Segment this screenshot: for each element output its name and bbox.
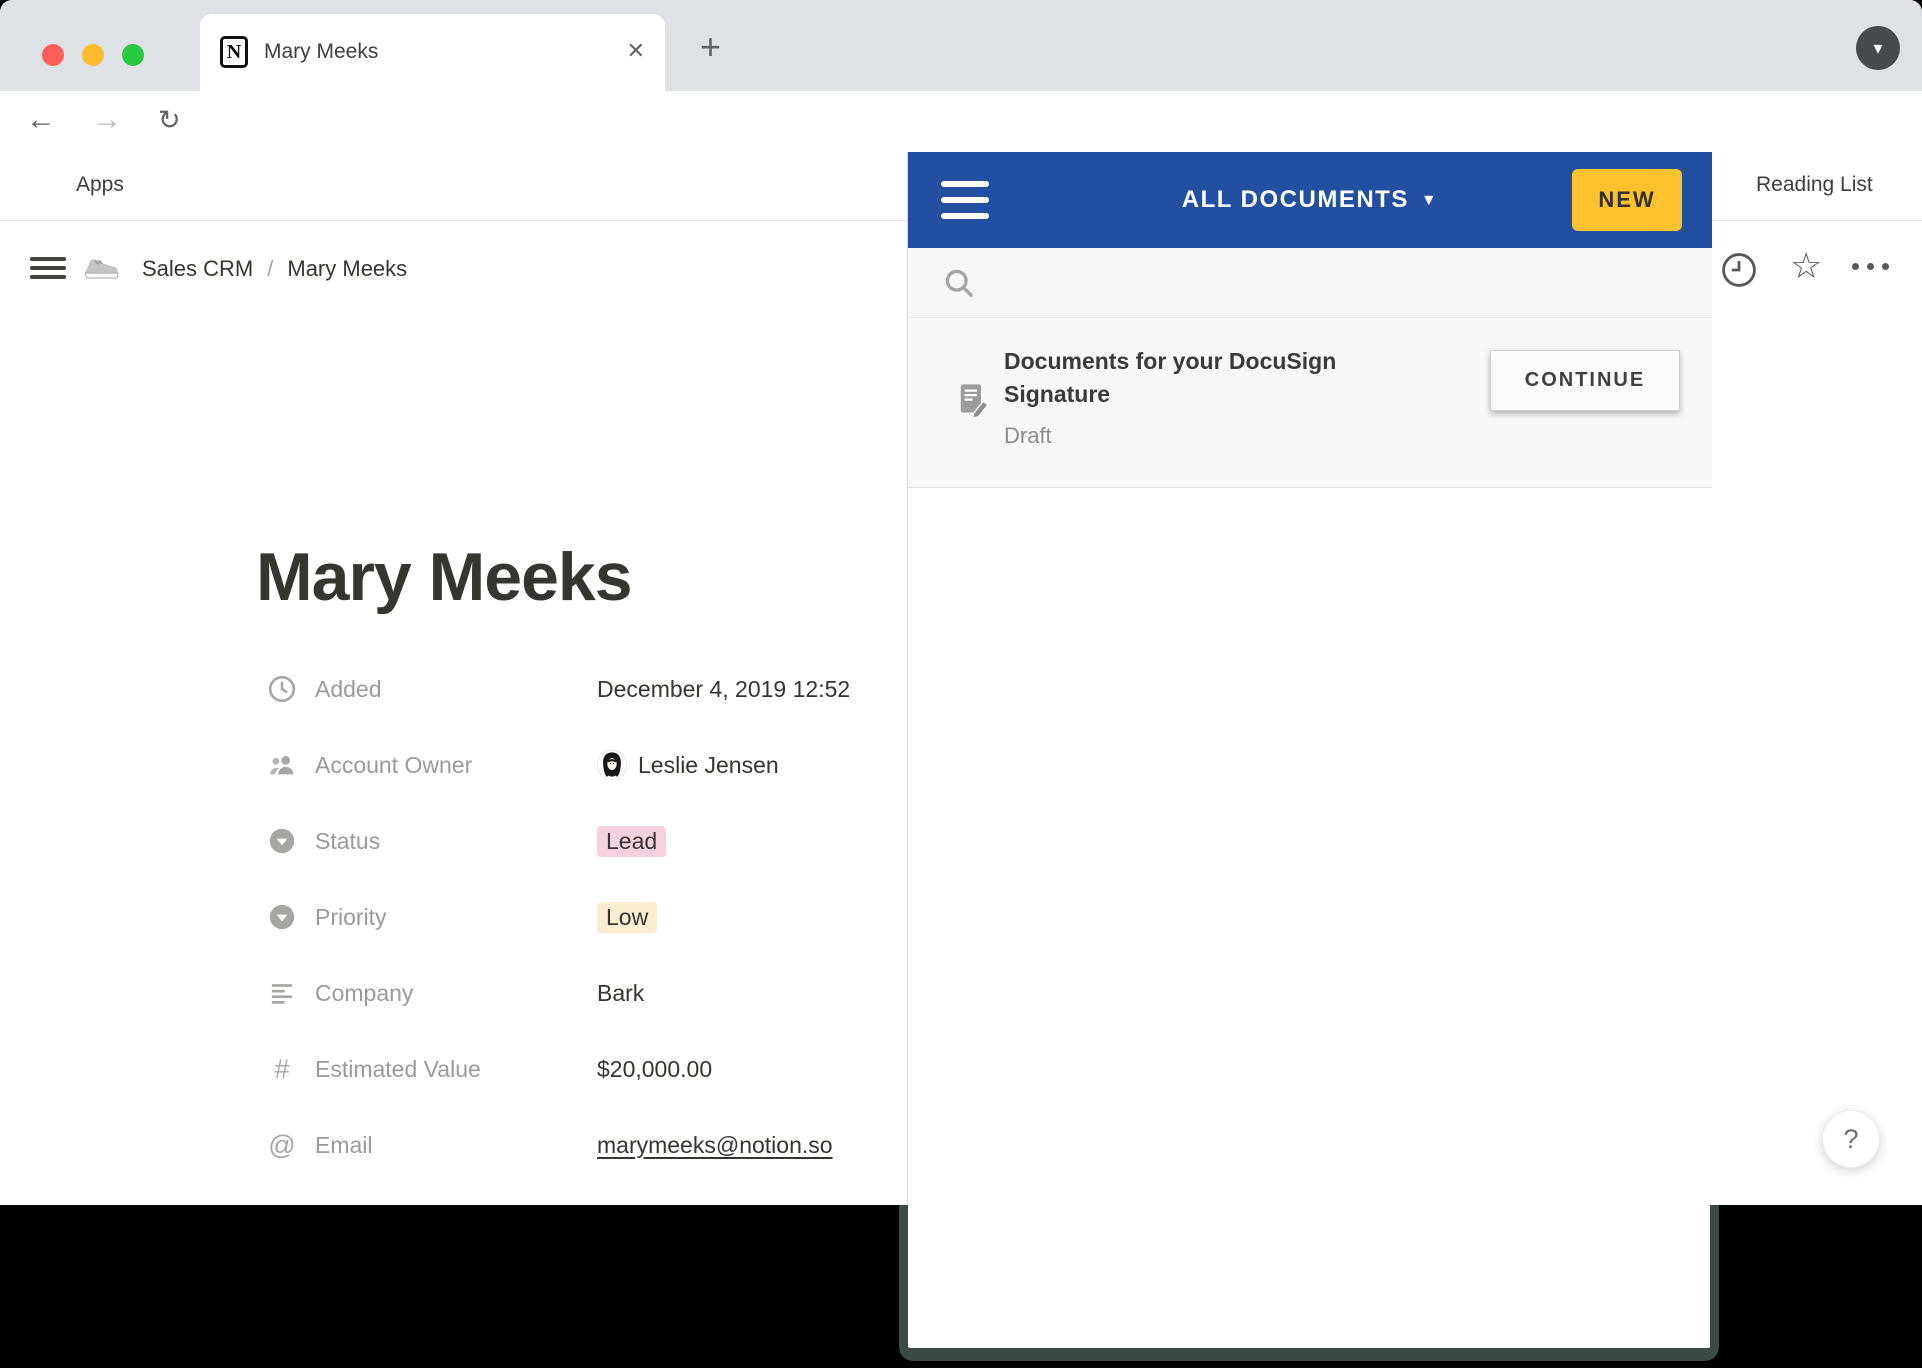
property-value-company[interactable]: Bark <box>597 980 644 1007</box>
clock-icon <box>267 674 297 704</box>
property-label: Company <box>315 980 597 1007</box>
property-label: Added <box>315 676 597 703</box>
document-edit-icon <box>954 381 990 417</box>
breadcrumb: Sales CRM / Mary Meeks <box>142 221 407 317</box>
property-label: Account Owner <box>315 752 597 779</box>
property-label: Estimated Value <box>315 1056 597 1083</box>
property-label: Priority <box>315 904 597 931</box>
property-value-status[interactable]: Lead <box>597 826 666 857</box>
select-circle-icon <box>267 902 297 932</box>
window-zoom-button[interactable] <box>122 44 144 66</box>
back-button[interactable]: ← <box>26 91 56 152</box>
owner-avatar <box>597 750 627 780</box>
document-info: Documents for your DocuSign Signature Dr… <box>1004 345 1394 449</box>
page-more-icon[interactable] <box>1852 263 1889 270</box>
document-status: Draft <box>1004 423 1394 449</box>
updates-clock-icon[interactable] <box>1720 251 1758 289</box>
new-document-button[interactable]: NEW <box>1572 169 1682 231</box>
tab-close-icon[interactable]: ✕ <box>627 38 645 64</box>
select-circle-icon <box>267 826 297 856</box>
property-list: Added December 4, 2019 12:52 Account Own… <box>267 651 967 1183</box>
forward-button[interactable]: → <box>92 91 122 152</box>
sneaker-page-icon <box>80 247 120 287</box>
tab-strip: N Mary Meeks ✕ + ▾ <box>0 0 1922 91</box>
property-row-priority[interactable]: Priority Low <box>267 879 967 955</box>
favorite-star-icon[interactable]: ☆ <box>1790 245 1822 287</box>
docusign-header: ALL DOCUMENTS▼ NEW <box>908 152 1712 248</box>
property-row-account-owner[interactable]: Account Owner Leslie Jensen <box>267 727 967 803</box>
property-value-priority[interactable]: Low <box>597 902 657 933</box>
search-icon <box>941 265 977 301</box>
tab-title: Mary Meeks <box>264 40 378 64</box>
document-search-bar[interactable] <box>908 248 1712 318</box>
property-value-added[interactable]: December 4, 2019 12:52 <box>597 676 850 703</box>
docusign-popup: ALL DOCUMENTS▼ NEW Documents for your Do… <box>907 152 1712 1348</box>
at-sign-icon: @ <box>268 1130 295 1161</box>
property-row-status[interactable]: Status Lead <box>267 803 967 879</box>
property-row-email[interactable]: @ Email marymeeks@notion.so <box>267 1107 967 1183</box>
people-icon <box>267 750 297 780</box>
breadcrumb-root[interactable]: Sales CRM <box>142 256 253 281</box>
owner-name: Leslie Jensen <box>638 752 779 779</box>
reading-list-button[interactable]: Reading List <box>1756 152 1873 218</box>
window-minimize-button[interactable] <box>82 44 104 66</box>
browser-toolbar: ← → ↻ notion.so/camacme/Mary-Meeks-2219a… <box>0 91 1922 152</box>
property-row-estimated-value[interactable]: # Estimated Value $20,000.00 <box>267 1031 967 1107</box>
tab-search-chevron-icon[interactable]: ▾ <box>1856 26 1900 70</box>
priority-chip: Low <box>597 902 657 933</box>
breadcrumb-separator: / <box>267 256 273 281</box>
property-value-estimated[interactable]: $20,000.00 <box>597 1056 712 1083</box>
property-label: Status <box>315 828 597 855</box>
continue-button[interactable]: CONTINUE <box>1490 350 1680 411</box>
number-hash-icon: # <box>274 1054 289 1085</box>
dropdown-arrow-icon: ▼ <box>1421 153 1438 249</box>
window-close-button[interactable] <box>42 44 64 66</box>
apps-shortcut[interactable]: Apps <box>76 152 124 218</box>
page-title[interactable]: Mary Meeks <box>256 538 632 616</box>
help-button[interactable]: ? <box>1822 1110 1880 1168</box>
sidebar-toggle-icon[interactable] <box>30 257 66 279</box>
property-label: Email <box>315 1132 597 1159</box>
reload-button[interactable]: ↻ <box>158 91 181 152</box>
property-value-email[interactable]: marymeeks@notion.so <box>597 1132 833 1159</box>
breadcrumb-current[interactable]: Mary Meeks <box>287 256 407 281</box>
status-chip: Lead <box>597 826 666 857</box>
document-list-item[interactable]: Documents for your DocuSign Signature Dr… <box>908 319 1712 488</box>
property-row-added[interactable]: Added December 4, 2019 12:52 <box>267 651 967 727</box>
text-lines-icon <box>267 978 297 1008</box>
new-tab-button[interactable]: + <box>700 26 721 68</box>
property-row-company[interactable]: Company Bark <box>267 955 967 1031</box>
property-value-owner[interactable]: Leslie Jensen <box>597 750 779 780</box>
document-title: Documents for your DocuSign Signature <box>1004 345 1394 411</box>
notion-favicon: N <box>220 36 248 68</box>
browser-tab[interactable]: N Mary Meeks ✕ <box>200 14 665 91</box>
